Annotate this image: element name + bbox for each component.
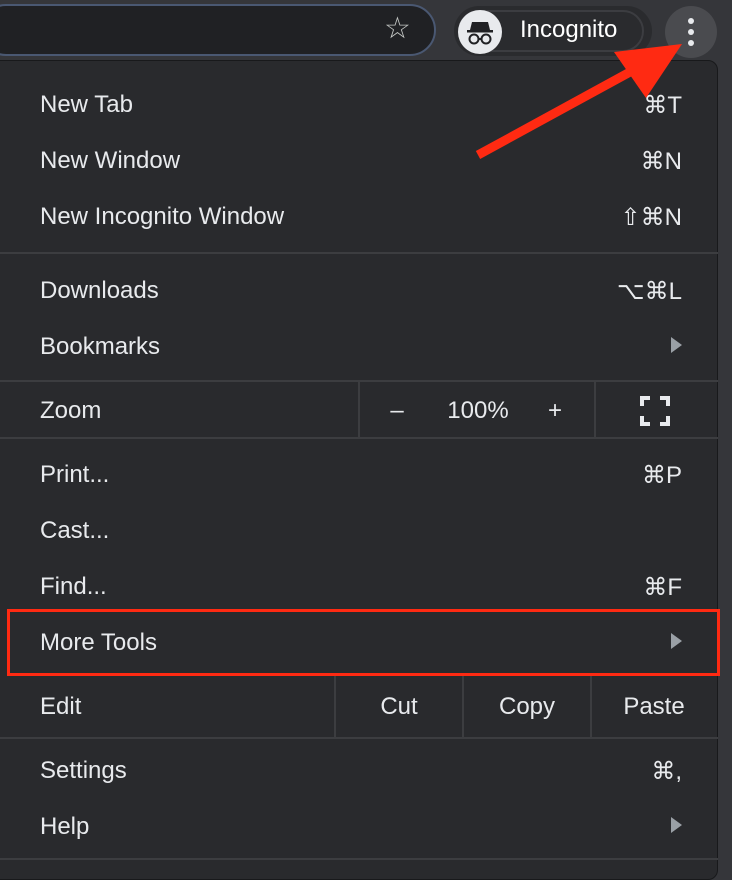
annotation-arrow [475,44,682,159]
